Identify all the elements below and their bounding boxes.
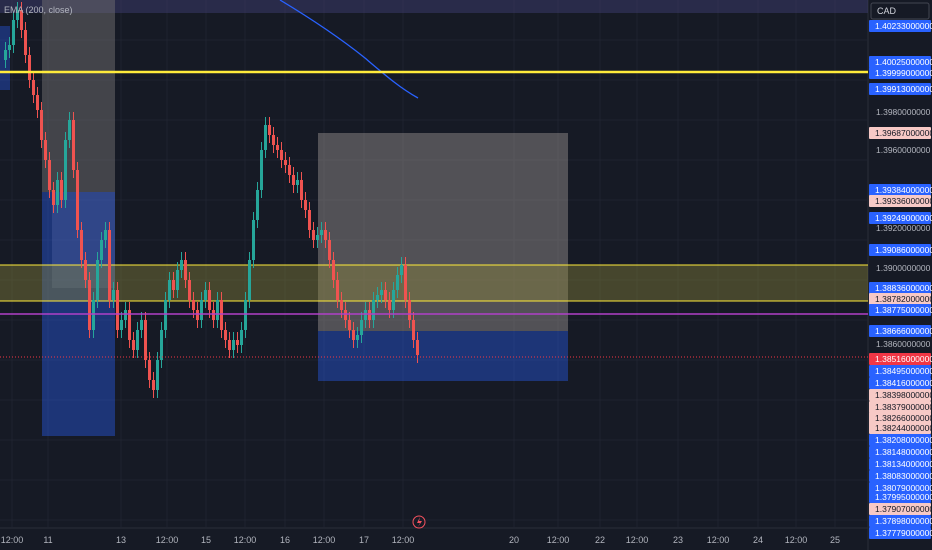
x-tick-label: 12:00 bbox=[313, 535, 336, 545]
price-label: 1.38398000000 bbox=[869, 389, 932, 401]
y-tick-label: 1.3860000000 bbox=[876, 339, 931, 349]
svg-text:1.38134000000: 1.38134000000 bbox=[875, 459, 932, 469]
price-label: 1.39384000000 bbox=[869, 184, 932, 196]
svg-text:1.37995000000: 1.37995000000 bbox=[875, 492, 932, 502]
price-label: 1.38083000000 bbox=[869, 470, 932, 482]
svg-text:1.38416000000: 1.38416000000 bbox=[875, 378, 932, 388]
zone-left-gray bbox=[42, 0, 115, 192]
svg-text:1.38244000000: 1.38244000000 bbox=[875, 423, 932, 433]
svg-text:1.39687000000: 1.39687000000 bbox=[875, 128, 932, 138]
price-label: 1.39336000000 bbox=[869, 195, 932, 207]
svg-text:1.38379000000: 1.38379000000 bbox=[875, 402, 932, 412]
x-tick-label: 12:00 bbox=[234, 535, 257, 545]
svg-text:1.38516000000: 1.38516000000 bbox=[875, 354, 932, 364]
price-label: 1.38495000000 bbox=[869, 365, 932, 377]
candle bbox=[108, 222, 111, 308]
svg-text:1.38148000000: 1.38148000000 bbox=[875, 447, 932, 457]
zone-right-blue bbox=[318, 331, 568, 381]
price-label: 1.39249000000 bbox=[869, 212, 932, 224]
svg-text:1.38083000000: 1.38083000000 bbox=[875, 471, 932, 481]
x-tick-label: 17 bbox=[359, 535, 369, 545]
price-label: 1.38836000000 bbox=[869, 282, 932, 294]
svg-text:1.38782000000: 1.38782000000 bbox=[875, 294, 932, 304]
svg-text:1.40025000000: 1.40025000000 bbox=[875, 57, 932, 67]
candle bbox=[116, 282, 119, 338]
price-label: 1.38208000000 bbox=[869, 434, 932, 446]
candle bbox=[144, 312, 147, 368]
candle bbox=[64, 132, 67, 208]
candle bbox=[260, 142, 263, 198]
candle bbox=[76, 162, 79, 238]
price-label: 1.38379000000 bbox=[869, 401, 932, 413]
svg-text:1.39999000000: 1.39999000000 bbox=[875, 68, 932, 78]
x-tick-label: 25 bbox=[830, 535, 840, 545]
svg-text:1.39249000000: 1.39249000000 bbox=[875, 213, 932, 223]
x-tick-label: 12:00 bbox=[156, 535, 179, 545]
x-tick-label: 12:00 bbox=[1, 535, 24, 545]
indicator-label[interactable]: EMA (200, close) bbox=[4, 5, 73, 15]
y-tick-label: 1.3920000000 bbox=[876, 223, 931, 233]
price-label: 1.38666000000 bbox=[869, 325, 932, 337]
svg-text:1.39384000000: 1.39384000000 bbox=[875, 185, 932, 195]
svg-text:1.39336000000: 1.39336000000 bbox=[875, 196, 932, 206]
zone-yellow bbox=[0, 265, 868, 301]
time-axis-panel bbox=[0, 528, 868, 550]
currency-label: CAD bbox=[877, 6, 897, 16]
price-label: 1.40025000000 bbox=[869, 56, 932, 68]
y-tick-label: 1.3980000000 bbox=[876, 107, 931, 117]
x-tick-label: 12:00 bbox=[785, 535, 808, 545]
svg-text:1.37898000000: 1.37898000000 bbox=[875, 516, 932, 526]
top-band bbox=[0, 0, 868, 13]
x-tick-label: 12:00 bbox=[626, 535, 649, 545]
price-label: 1.38782000000 bbox=[869, 293, 932, 305]
price-label: 1.38134000000 bbox=[869, 458, 932, 470]
x-tick-label: 12:00 bbox=[392, 535, 415, 545]
candle bbox=[72, 112, 75, 178]
x-tick-label: 12:00 bbox=[547, 535, 570, 545]
svg-text:1.39913000000: 1.39913000000 bbox=[875, 84, 932, 94]
x-tick-label: 12:00 bbox=[707, 535, 730, 545]
x-tick-label: 11 bbox=[43, 535, 52, 545]
svg-text:1.38398000000: 1.38398000000 bbox=[875, 390, 932, 400]
svg-text:1.38495000000: 1.38495000000 bbox=[875, 366, 932, 376]
price-label: 1.37898000000 bbox=[869, 515, 932, 527]
x-tick-label: 16 bbox=[280, 535, 290, 545]
svg-text:1.38208000000: 1.38208000000 bbox=[875, 435, 932, 445]
candle bbox=[248, 252, 251, 308]
price-label: 1.37995000000 bbox=[869, 491, 932, 503]
price-label: 1.38416000000 bbox=[869, 377, 932, 389]
candle bbox=[252, 212, 255, 268]
price-label: 1.39913000000 bbox=[869, 83, 932, 95]
price-label: 1.38775000000 bbox=[869, 304, 932, 316]
svg-text:1.38836000000: 1.38836000000 bbox=[875, 283, 932, 293]
x-tick-label: 15 bbox=[201, 535, 211, 545]
x-tick-label: 24 bbox=[753, 535, 763, 545]
x-tick-label: 13 bbox=[116, 535, 126, 545]
y-tick-label: 1.3900000000 bbox=[876, 263, 931, 273]
svg-text:1.38775000000: 1.38775000000 bbox=[875, 305, 932, 315]
price-label: 1.37779000000 bbox=[869, 527, 932, 539]
price-label: 1.39999000000 bbox=[869, 67, 932, 79]
x-tick-label: 23 bbox=[673, 535, 683, 545]
svg-text:1.40233000000: 1.40233000000 bbox=[875, 21, 932, 31]
y-tick-label: 1.3960000000 bbox=[876, 145, 931, 155]
price-label: 1.39687000000 bbox=[869, 127, 932, 139]
price-label: 1.38244000000 bbox=[869, 422, 932, 434]
svg-text:1.37779000000: 1.37779000000 bbox=[875, 528, 932, 538]
svg-text:1.38666000000: 1.38666000000 bbox=[875, 326, 932, 336]
price-label: 1.38516000000 bbox=[869, 353, 932, 365]
candle bbox=[96, 252, 99, 308]
x-tick-label: 22 bbox=[595, 535, 605, 545]
svg-text:1.37907000000: 1.37907000000 bbox=[875, 504, 932, 514]
svg-text:1.38266000000: 1.38266000000 bbox=[875, 413, 932, 423]
candle bbox=[88, 272, 91, 338]
x-tick-label: 20 bbox=[509, 535, 519, 545]
price-label: 1.39086000000 bbox=[869, 244, 932, 256]
svg-text:1.39086000000: 1.39086000000 bbox=[875, 245, 932, 255]
price-label: 1.38148000000 bbox=[869, 446, 932, 458]
price-label: 1.40233000000 bbox=[869, 20, 932, 32]
price-chart[interactable]: 1.39800000001.39600000001.39200000001.39… bbox=[0, 0, 932, 550]
price-label: 1.37907000000 bbox=[869, 503, 932, 515]
